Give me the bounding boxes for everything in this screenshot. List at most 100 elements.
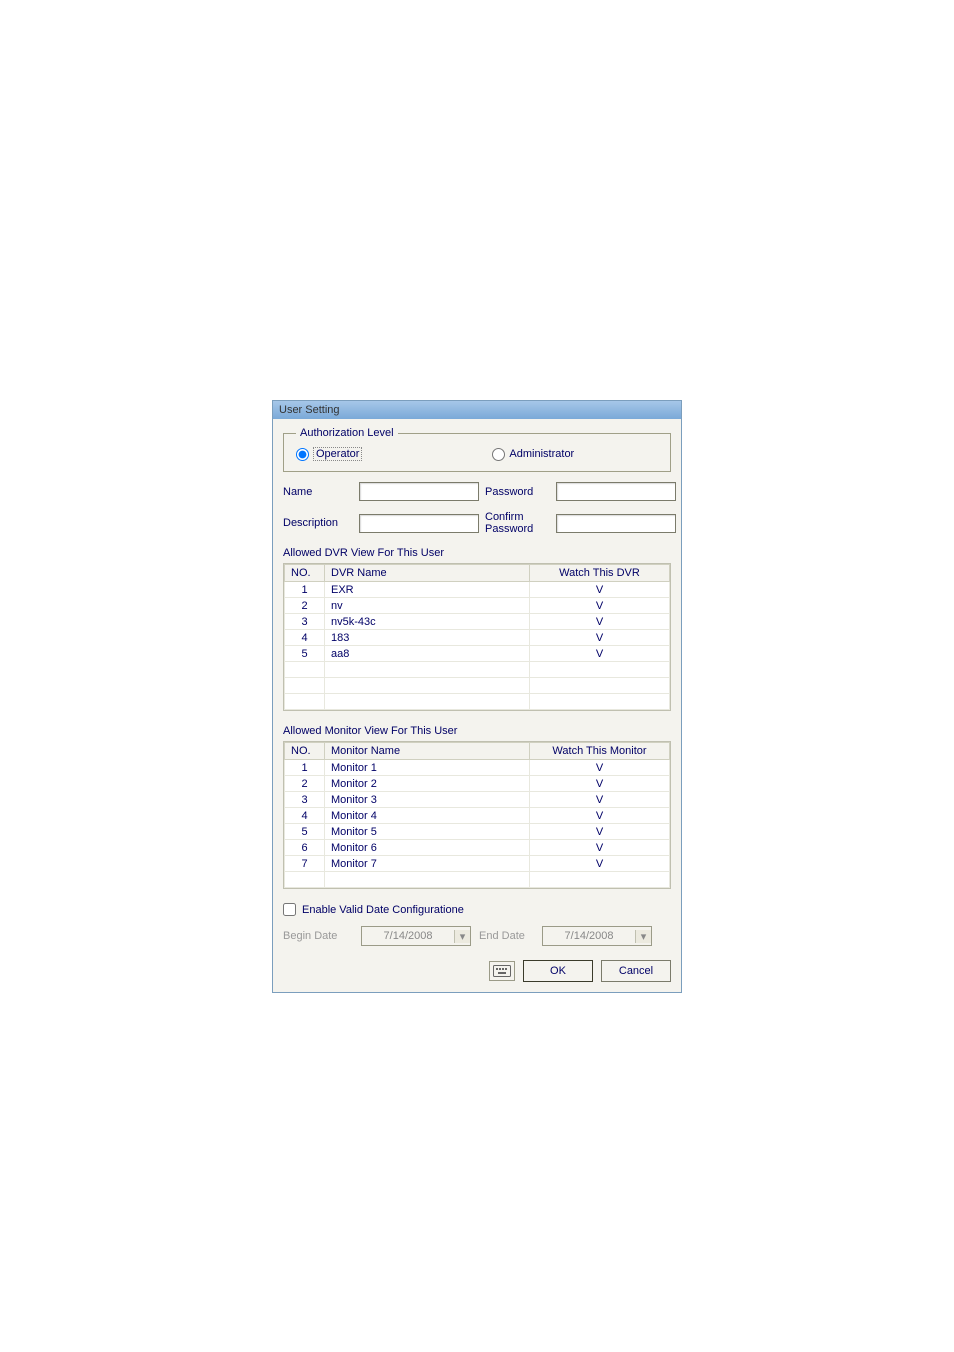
row-watch[interactable]: V bbox=[530, 614, 670, 630]
dvr-table: NO. DVR Name Watch This DVR 1EXRV2nvV3nv… bbox=[284, 564, 670, 710]
enable-valid-date-row: Enable Valid Date Configuratione bbox=[283, 903, 671, 916]
row-watch[interactable]: V bbox=[530, 776, 670, 792]
date-row: Begin Date 7/14/2008 ▾ End Date 7/14/200… bbox=[283, 926, 671, 946]
row-watch[interactable]: V bbox=[530, 630, 670, 646]
row-no: 5 bbox=[285, 824, 325, 840]
table-row[interactable]: 4Monitor 4V bbox=[285, 808, 670, 824]
name-input[interactable] bbox=[359, 482, 479, 501]
confirm-password-label: Confirm Password bbox=[485, 511, 550, 535]
description-input[interactable] bbox=[359, 514, 479, 533]
authorization-level-group: Authorization Level Operator Administrat… bbox=[283, 427, 671, 472]
table-row-empty bbox=[285, 662, 670, 678]
cancel-button[interactable]: Cancel bbox=[601, 960, 671, 982]
enable-valid-date-label: Enable Valid Date Configuratione bbox=[302, 904, 464, 916]
table-row[interactable]: 4183V bbox=[285, 630, 670, 646]
row-no: 1 bbox=[285, 760, 325, 776]
keyboard-icon[interactable] bbox=[489, 961, 515, 981]
table-row[interactable]: 1Monitor 1V bbox=[285, 760, 670, 776]
row-watch[interactable]: V bbox=[530, 792, 670, 808]
row-name: aa8 bbox=[325, 646, 530, 662]
begin-date-picker[interactable]: 7/14/2008 ▾ bbox=[361, 926, 471, 946]
dvr-col-watch[interactable]: Watch This DVR bbox=[530, 565, 670, 582]
end-date-picker[interactable]: 7/14/2008 ▾ bbox=[542, 926, 652, 946]
row-watch[interactable]: V bbox=[530, 824, 670, 840]
administrator-radio[interactable] bbox=[492, 448, 505, 461]
table-row-empty bbox=[285, 872, 670, 888]
row-no: 5 bbox=[285, 646, 325, 662]
monitor-col-watch[interactable]: Watch This Monitor bbox=[530, 743, 670, 760]
enable-valid-date-checkbox[interactable] bbox=[283, 903, 296, 916]
user-form-grid: Name Password Description Confirm Passwo… bbox=[283, 482, 671, 535]
row-no: 3 bbox=[285, 614, 325, 630]
table-row[interactable]: 3Monitor 3V bbox=[285, 792, 670, 808]
row-watch[interactable]: V bbox=[530, 582, 670, 598]
table-row-empty bbox=[285, 694, 670, 710]
table-row[interactable]: 6Monitor 6V bbox=[285, 840, 670, 856]
end-date-dropdown-icon[interactable]: ▾ bbox=[635, 930, 651, 943]
user-setting-dialog: User Setting Authorization Level Operato… bbox=[272, 400, 682, 993]
description-label: Description bbox=[283, 517, 353, 529]
bottom-button-row: OK Cancel bbox=[283, 960, 671, 982]
row-no: 3 bbox=[285, 792, 325, 808]
table-row[interactable]: 7Monitor 7V bbox=[285, 856, 670, 872]
row-name: EXR bbox=[325, 582, 530, 598]
row-name: nv5k-43c bbox=[325, 614, 530, 630]
row-name: Monitor 5 bbox=[325, 824, 530, 840]
table-row[interactable]: 3nv5k-43cV bbox=[285, 614, 670, 630]
allowed-monitor-heading: Allowed Monitor View For This User bbox=[283, 725, 671, 737]
table-row[interactable]: 1EXRV bbox=[285, 582, 670, 598]
row-no: 2 bbox=[285, 776, 325, 792]
row-no: 7 bbox=[285, 856, 325, 872]
monitor-header-row: NO. Monitor Name Watch This Monitor bbox=[285, 743, 670, 760]
table-row-empty bbox=[285, 678, 670, 694]
begin-date-label: Begin Date bbox=[283, 930, 353, 942]
row-no: 2 bbox=[285, 598, 325, 614]
name-label: Name bbox=[283, 486, 353, 498]
row-no: 4 bbox=[285, 630, 325, 646]
operator-option[interactable]: Operator bbox=[296, 447, 362, 461]
dialog-content: Authorization Level Operator Administrat… bbox=[273, 419, 681, 992]
dvr-header-row: NO. DVR Name Watch This DVR bbox=[285, 565, 670, 582]
row-no: 6 bbox=[285, 840, 325, 856]
table-row[interactable]: 2nvV bbox=[285, 598, 670, 614]
row-name: Monitor 6 bbox=[325, 840, 530, 856]
row-watch[interactable]: V bbox=[530, 856, 670, 872]
row-no: 1 bbox=[285, 582, 325, 598]
table-row[interactable]: 5aa8V bbox=[285, 646, 670, 662]
administrator-label: Administrator bbox=[509, 448, 574, 460]
row-name: Monitor 4 bbox=[325, 808, 530, 824]
ok-button[interactable]: OK bbox=[523, 960, 593, 982]
dvr-table-wrap: NO. DVR Name Watch This DVR 1EXRV2nvV3nv… bbox=[283, 563, 671, 711]
password-label: Password bbox=[485, 486, 550, 498]
operator-radio[interactable] bbox=[296, 448, 309, 461]
end-date-label: End Date bbox=[479, 930, 534, 942]
row-name: Monitor 1 bbox=[325, 760, 530, 776]
dvr-col-name[interactable]: DVR Name bbox=[325, 565, 530, 582]
monitor-col-no[interactable]: NO. bbox=[285, 743, 325, 760]
table-row[interactable]: 2Monitor 2V bbox=[285, 776, 670, 792]
row-name: 183 bbox=[325, 630, 530, 646]
end-date-value: 7/14/2008 bbox=[543, 930, 635, 942]
administrator-option[interactable]: Administrator bbox=[492, 448, 574, 461]
monitor-col-name[interactable]: Monitor Name bbox=[325, 743, 530, 760]
row-watch[interactable]: V bbox=[530, 760, 670, 776]
begin-date-value: 7/14/2008 bbox=[362, 930, 454, 942]
row-name: nv bbox=[325, 598, 530, 614]
allowed-dvr-heading: Allowed DVR View For This User bbox=[283, 547, 671, 559]
monitor-table-wrap: NO. Monitor Name Watch This Monitor 1Mon… bbox=[283, 741, 671, 889]
password-input[interactable] bbox=[556, 482, 676, 501]
row-watch[interactable]: V bbox=[530, 808, 670, 824]
row-watch[interactable]: V bbox=[530, 646, 670, 662]
row-watch[interactable]: V bbox=[530, 840, 670, 856]
table-row[interactable]: 5Monitor 5V bbox=[285, 824, 670, 840]
monitor-table: NO. Monitor Name Watch This Monitor 1Mon… bbox=[284, 742, 670, 888]
begin-date-dropdown-icon[interactable]: ▾ bbox=[454, 930, 470, 943]
dvr-col-no[interactable]: NO. bbox=[285, 565, 325, 582]
row-no: 4 bbox=[285, 808, 325, 824]
row-name: Monitor 7 bbox=[325, 856, 530, 872]
titlebar: User Setting bbox=[273, 401, 681, 419]
row-name: Monitor 2 bbox=[325, 776, 530, 792]
row-watch[interactable]: V bbox=[530, 598, 670, 614]
operator-label: Operator bbox=[313, 447, 362, 461]
confirm-password-input[interactable] bbox=[556, 514, 676, 533]
